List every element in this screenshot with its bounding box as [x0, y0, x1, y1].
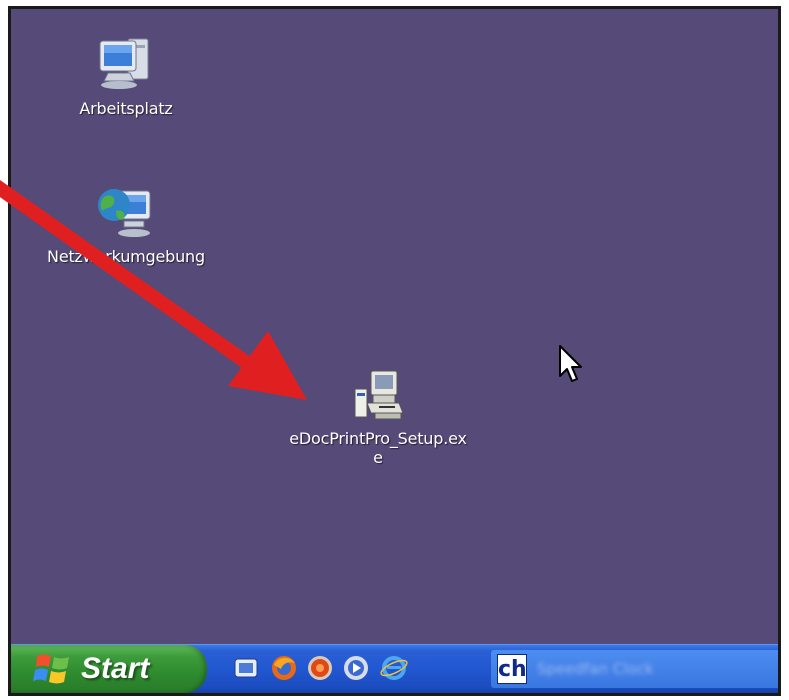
taskbar: Start ch Speedfan Clock — [11, 644, 778, 693]
internet-explorer-icon[interactable] — [379, 653, 409, 683]
media-icon[interactable] — [305, 653, 335, 683]
start-button[interactable]: Start — [11, 645, 207, 693]
screenshot-frame: Arbeitsplatz Netzwerkumgebung eDocPrintP… — [8, 6, 781, 696]
windows-logo-icon — [33, 654, 69, 684]
taskbar-button[interactable]: ch Speedfan Clock — [491, 650, 778, 688]
start-label: Start — [81, 652, 150, 685]
desktop-icon-label: Arbeitsplatz — [79, 99, 173, 118]
network-places-icon — [98, 189, 151, 237]
desktop[interactable]: Arbeitsplatz Netzwerkumgebung eDocPrintP… — [11, 9, 778, 645]
setup-installer-icon — [354, 370, 404, 420]
clock-app-icon: ch — [497, 654, 527, 684]
mouse-cursor-icon — [559, 345, 582, 382]
desktop-icon-label: eDocPrintPro_Setup.ex e — [289, 429, 467, 467]
desktop-icon-arbeitsplatz[interactable]: Arbeitsplatz — [66, 31, 186, 118]
desktop-icon-label: Netzwerkumgebung — [47, 247, 205, 266]
desktop-icon-edocprintpro-setup[interactable]: eDocPrintPro_Setup.ex e — [263, 367, 493, 467]
desktop-icon-netzwerkumgebung[interactable]: Netzwerkumgebung — [41, 183, 211, 266]
desktop-show-icon[interactable] — [231, 653, 261, 683]
taskbar-button-label: Speedfan Clock — [537, 660, 654, 678]
my-computer-icon — [99, 38, 149, 89]
firefox-icon[interactable] — [269, 653, 299, 683]
player-icon[interactable] — [341, 653, 371, 683]
